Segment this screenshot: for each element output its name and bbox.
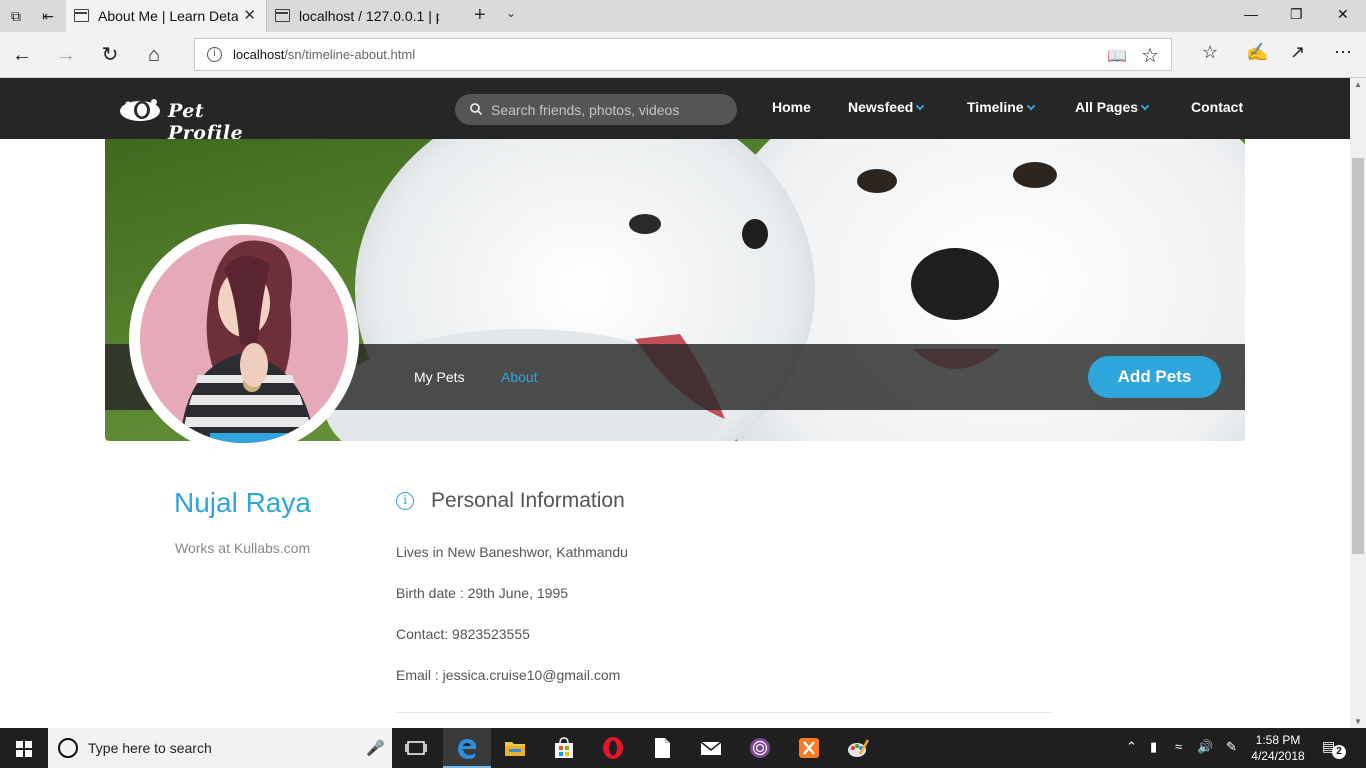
edge-icon — [458, 739, 477, 759]
taskbar-mail[interactable] — [687, 728, 735, 768]
taskbar-search-placeholder: Type here to search — [88, 740, 212, 756]
nav-home[interactable]: Home — [772, 99, 811, 115]
web-note-icon[interactable]: ✍ — [1246, 42, 1268, 63]
chevron-down-icon — [916, 101, 925, 111]
site-info-icon[interactable]: i — [207, 47, 222, 62]
info-icon: i — [396, 492, 414, 510]
microphone-icon[interactable]: 🎤 — [366, 739, 385, 757]
volume-icon[interactable]: 🔊 — [1197, 739, 1213, 755]
chevron-down-icon — [1140, 101, 1150, 111]
chevron-down-icon[interactable]: ⌄ — [506, 6, 516, 20]
tab-my-pets[interactable]: My Pets — [414, 369, 465, 385]
divider — [396, 712, 1052, 713]
taskbar-file-explorer[interactable] — [491, 728, 539, 768]
more-icon[interactable]: ⋯ — [1334, 42, 1352, 63]
taskbar-document[interactable] — [638, 728, 686, 768]
site-search[interactable] — [455, 94, 737, 125]
action-center-button[interactable]: ▤ 2 — [1322, 738, 1346, 759]
scroll-down-icon[interactable]: ▼ — [1354, 717, 1362, 726]
start-button[interactable] — [0, 728, 48, 768]
paint-icon — [848, 739, 870, 757]
restore-icon[interactable]: ❐ — [1290, 6, 1303, 23]
taskbar-store[interactable] — [540, 728, 588, 768]
taskbar-tor-browser[interactable] — [736, 728, 784, 768]
tray-overflow-icon[interactable]: ⌃ — [1126, 739, 1137, 755]
home-icon[interactable]: ⌂ — [142, 43, 166, 67]
chevron-down-icon — [1026, 101, 1035, 111]
tor-icon — [750, 738, 770, 758]
favorites-hub-icon[interactable]: ☆ — [1202, 42, 1218, 63]
clock-time: 1:58 PM — [1255, 733, 1301, 747]
scrollbar-thumb[interactable] — [1352, 158, 1364, 554]
logo-text: Pet Profile — [168, 100, 244, 144]
set-tabs-aside-icon[interactable]: ⇤ — [40, 8, 56, 24]
add-pets-button[interactable]: Add Pets — [1088, 356, 1221, 398]
taskbar-paint[interactable] — [834, 728, 882, 768]
minimize-icon[interactable]: — — [1244, 6, 1258, 22]
browser-nav-bar: ← → ↻ ⌂ i localhost/sn/timeline-about.ht… — [0, 32, 1366, 78]
page-favicon-icon — [275, 9, 290, 22]
taskbar-xampp[interactable] — [785, 728, 833, 768]
system-clock[interactable]: 1:58 PM 4/24/2018 — [1248, 732, 1308, 764]
notification-count-badge: 2 — [1332, 745, 1346, 759]
refresh-icon[interactable]: ↻ — [98, 43, 122, 67]
tab-title: About Me | Learn Detail — [98, 8, 238, 24]
address-bar[interactable]: i localhost/sn/timeline-about.html 📖 ☆ — [194, 38, 1172, 71]
favorite-star-icon[interactable]: ☆ — [1141, 43, 1159, 68]
store-icon — [555, 737, 573, 758]
clock-date: 4/24/2018 — [1251, 749, 1305, 763]
wifi-icon[interactable]: ≈ — [1175, 739, 1182, 754]
nav-newsfeed[interactable]: Newsfeed — [848, 99, 925, 115]
cortana-icon — [58, 738, 78, 758]
site-logo[interactable]: Pet Profile — [118, 96, 278, 144]
info-email: Email : jessica.cruise10@gmail.com — [396, 667, 621, 683]
document-icon — [655, 738, 670, 758]
browser-tab-bar: ⧉ ⇤ About Me | Learn Detail ✕ localhost … — [0, 0, 1366, 32]
forward-icon[interactable]: → — [54, 43, 78, 67]
close-window-icon[interactable]: ✕ — [1337, 6, 1349, 23]
opera-icon — [603, 737, 623, 759]
search-icon — [470, 103, 483, 116]
info-location: Lives in New Baneshwor, Kathmandu — [396, 544, 628, 560]
tab-title: localhost / 127.0.0.1 | phpM — [299, 8, 439, 24]
section-title: Personal Information — [431, 489, 625, 512]
profile-name: Nujal Raya — [174, 487, 311, 518]
nav-timeline[interactable]: Timeline — [967, 99, 1035, 115]
tab-about[interactable]: About — [501, 369, 538, 385]
page-favicon-icon — [74, 9, 89, 22]
taskbar-opera[interactable] — [589, 728, 637, 768]
nav-contact[interactable]: Contact — [1191, 99, 1243, 115]
share-icon[interactable]: ↗ — [1290, 42, 1305, 63]
info-contact: Contact: 9823523555 — [396, 626, 530, 642]
tab-phpmyadmin[interactable]: localhost / 127.0.0.1 | phpM — [266, 0, 466, 32]
profile-photo — [140, 235, 348, 443]
search-input[interactable] — [491, 94, 721, 125]
reading-view-icon[interactable]: 📖 — [1107, 46, 1127, 66]
folder-icon — [505, 742, 525, 756]
tab-sets-icon[interactable]: ⧉ — [8, 8, 24, 24]
windows-taskbar: Type here to search 🎤 ⌃ ▮ ≈ 🔊 ✎ 1:58 PM … — [0, 728, 1366, 768]
back-icon[interactable]: ← — [10, 43, 34, 67]
windows-logo-icon — [16, 741, 32, 757]
task-view-button[interactable] — [392, 728, 440, 768]
avatar[interactable] — [129, 224, 359, 454]
new-tab-icon[interactable]: + — [474, 4, 486, 27]
site-header: Pet Profile Home Newsfeed Timeline All P… — [0, 78, 1350, 144]
info-birthdate: Birth date : 29th June, 1995 — [396, 585, 569, 601]
profile-workplace: Works at Kullabs.com — [175, 540, 311, 556]
taskbar-edge[interactable] — [443, 728, 491, 768]
tab-about-me[interactable]: About Me | Learn Detail ✕ — [66, 0, 266, 32]
mail-icon — [700, 741, 722, 755]
pen-workspace-icon[interactable]: ✎ — [1226, 739, 1237, 755]
task-view-icon — [405, 741, 427, 755]
nav-all-pages[interactable]: All Pages — [1075, 99, 1150, 115]
xampp-icon — [799, 738, 819, 758]
battery-icon[interactable]: ▮ — [1150, 739, 1157, 755]
paw-logo-icon — [120, 99, 160, 121]
url-text[interactable]: localhost/sn/timeline-about.html — [233, 47, 415, 62]
page-scrollbar[interactable]: ▲ ▼ — [1350, 78, 1366, 728]
taskbar-search[interactable]: Type here to search 🎤 — [48, 728, 392, 768]
close-tab-icon[interactable]: ✕ — [243, 0, 256, 32]
scroll-up-icon[interactable]: ▲ — [1354, 80, 1362, 89]
